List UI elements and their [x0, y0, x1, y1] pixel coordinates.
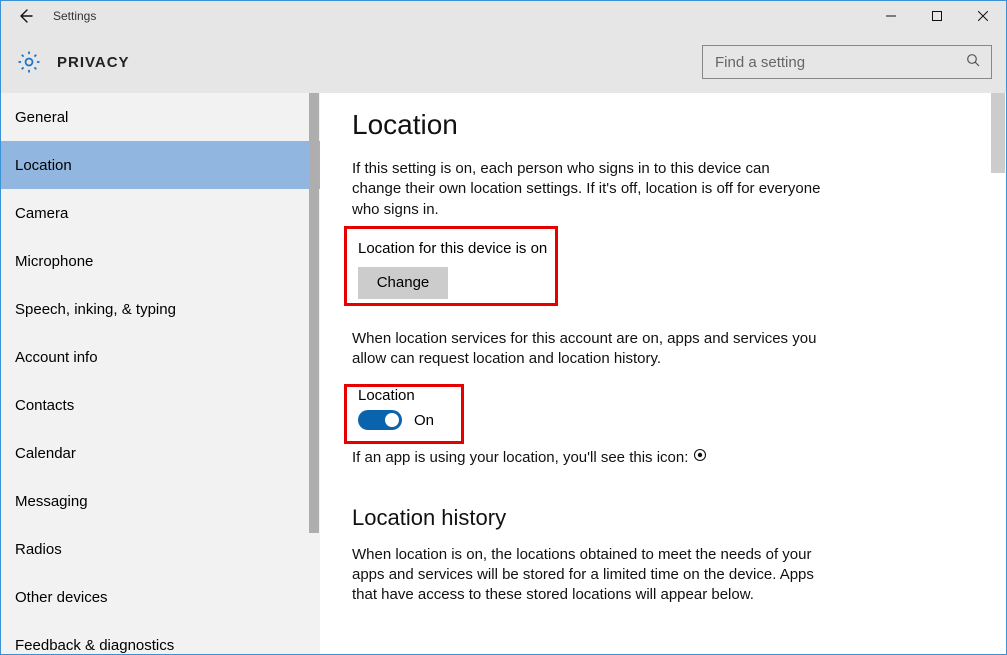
sidebar-item-label: Messaging — [15, 493, 88, 510]
search-input[interactable] — [713, 53, 966, 72]
maximize-icon — [932, 11, 942, 21]
sidebar-item-messaging[interactable]: Messaging — [1, 477, 320, 525]
header: PRIVACY — [1, 31, 1006, 93]
location-history-text: When location is on, the locations obtai… — [352, 545, 822, 606]
sidebar-item-label: Location — [15, 157, 72, 174]
sidebar-item-other-devices[interactable]: Other devices — [1, 573, 320, 621]
sidebar-item-label: Calendar — [15, 445, 76, 462]
sidebar-item-label: Speech, inking, & typing — [15, 301, 176, 318]
sidebar-item-label: Microphone — [15, 253, 93, 270]
sidebar-item-label: Account info — [15, 349, 98, 366]
settings-gear-icon — [15, 48, 43, 76]
titlebar: Settings — [1, 1, 1006, 31]
section-heading-location: Location — [352, 109, 966, 141]
sidebar-item-calendar[interactable]: Calendar — [1, 429, 320, 477]
app-icon-explainer: If an app is using your location, you'll… — [352, 448, 822, 468]
close-icon — [978, 11, 988, 21]
search-icon — [966, 53, 981, 72]
sidebar-item-general[interactable]: General — [1, 93, 320, 141]
annotation-callout-device-location — [344, 226, 558, 306]
sidebar-item-label: General — [15, 109, 68, 126]
sidebar-item-radios[interactable]: Radios — [1, 525, 320, 573]
sidebar-item-location[interactable]: Location — [1, 141, 320, 189]
sidebar-scrollbar[interactable] — [309, 93, 319, 533]
section-heading-location-history: Location history — [352, 505, 966, 531]
content-scrollbar[interactable] — [991, 93, 1005, 173]
sidebar-item-label: Radios — [15, 541, 62, 558]
annotation-callout-location-toggle — [344, 384, 464, 444]
location-intro-text: If this setting is on, each person who s… — [352, 159, 822, 220]
sidebar-item-label: Feedback & diagnostics — [15, 637, 174, 654]
sidebar-item-microphone[interactable]: Microphone — [1, 237, 320, 285]
back-button[interactable] — [1, 1, 49, 31]
close-button[interactable] — [960, 1, 1006, 31]
sidebar: General Location Camera Microphone Speec… — [1, 93, 320, 654]
sidebar-item-speech-inking-typing[interactable]: Speech, inking, & typing — [1, 285, 320, 333]
page-title: PRIVACY — [57, 54, 130, 71]
sidebar-item-camera[interactable]: Camera — [1, 189, 320, 237]
sidebar-item-feedback-diagnostics[interactable]: Feedback & diagnostics — [1, 621, 320, 654]
sidebar-item-account-info[interactable]: Account info — [1, 333, 320, 381]
maximize-button[interactable] — [914, 1, 960, 31]
sidebar-item-label: Camera — [15, 205, 68, 222]
location-in-use-icon — [693, 448, 707, 468]
content-area: Location If this setting is on, each per… — [320, 93, 1006, 654]
sidebar-item-label: Contacts — [15, 397, 74, 414]
arrow-left-icon — [16, 7, 34, 25]
sidebar-item-label: Other devices — [15, 589, 108, 606]
app-icon-text: If an app is using your location, you'll… — [352, 449, 693, 466]
search-box[interactable] — [702, 45, 992, 79]
window-title: Settings — [49, 9, 96, 23]
minimize-button[interactable] — [868, 1, 914, 31]
sidebar-item-contacts[interactable]: Contacts — [1, 381, 320, 429]
account-location-text: When location services for this account … — [352, 329, 822, 370]
minimize-icon — [886, 11, 896, 21]
